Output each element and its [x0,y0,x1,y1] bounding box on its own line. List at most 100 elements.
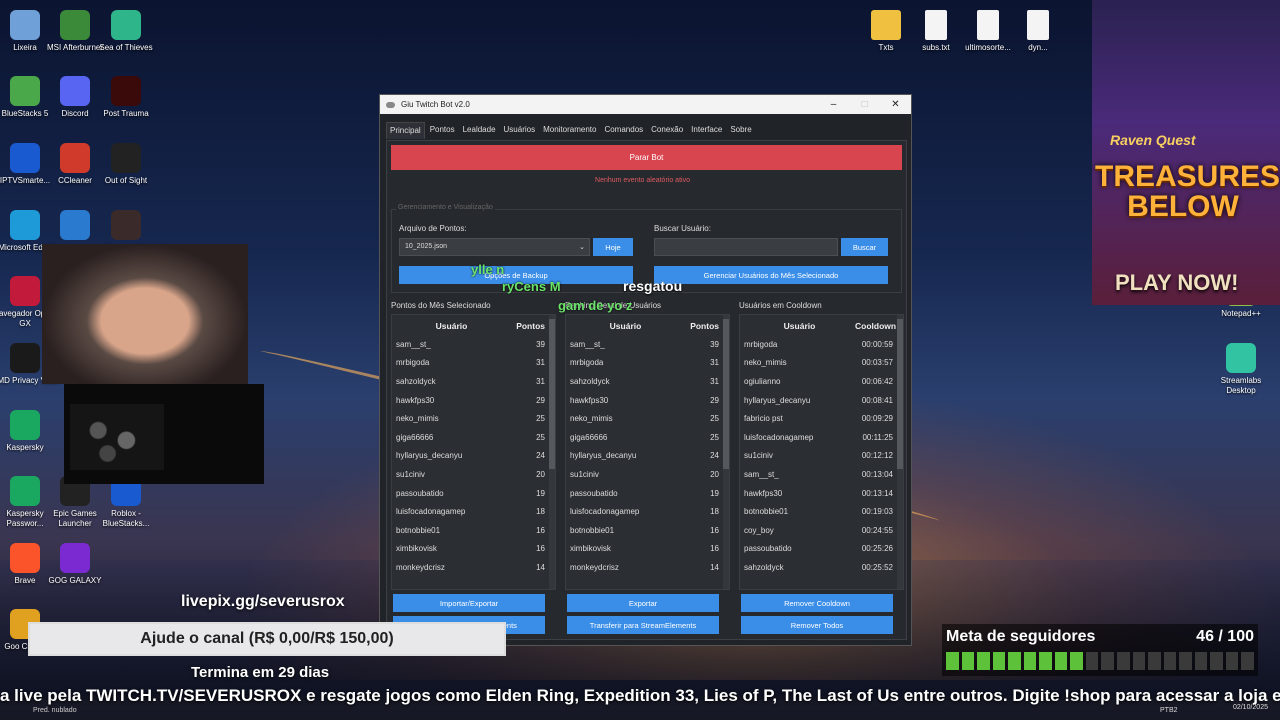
today-button[interactable]: Hoje [593,238,633,256]
table-row[interactable]: luisfocadonagamep 00:11:25 [740,428,903,447]
tab-pontos[interactable]: Pontos [427,122,458,139]
column-header[interactable]: Pontos [681,321,729,331]
col3-button1[interactable]: Remover Cooldown [741,594,893,612]
desktop-icon[interactable]: Sea of Thieves [93,6,159,53]
username-cell: giga66666 [570,432,608,442]
table-row[interactable]: monkeydcrisz 14 [392,558,555,577]
bluestacks-icon [10,76,40,106]
table-row[interactable]: giga66666 25 [392,428,555,447]
close-icon[interactable]: ✕ [880,99,911,110]
table-row[interactable]: neko_mimis 25 [566,409,729,428]
scrollbar-thumb[interactable] [897,319,903,469]
table-row[interactable]: hawkfps30 29 [392,391,555,410]
col2-button2[interactable]: Transferir para StreamElements [567,616,719,634]
scrollbar-thumb[interactable] [549,319,555,469]
tab-monitoramento[interactable]: Monitoramento [540,122,599,139]
table-row[interactable]: ximbikovisk 16 [392,540,555,559]
data-table[interactable]: Usuário Pontos sam__st_ 39 mrbigoda 31 sahzold… [565,314,730,590]
manage-users-button[interactable]: Gerenciar Usuários do Mês Selecionado [654,266,888,284]
scrollbar[interactable] [723,315,729,589]
desktop-icon[interactable]: Out of Sight [93,139,159,186]
scrollbar-thumb[interactable] [723,319,729,469]
desktop-icon[interactable]: Streamlabs Desktop [1208,339,1274,396]
game-ad-banner[interactable] [1092,0,1280,305]
table-row[interactable]: mrbigoda 31 [392,354,555,373]
table-row[interactable]: sahzoldyck 00:25:52 [740,558,903,577]
table-row[interactable]: giga66666 25 [566,428,729,447]
value-cell: 25 [710,414,719,424]
column-header[interactable]: Pontos [507,321,555,331]
keyboard-language[interactable]: PTB2 [1160,707,1178,714]
search-input[interactable] [654,238,838,256]
table-row[interactable]: neko_mimis 00:03:57 [740,354,903,373]
iptv-icon [10,143,40,173]
col3-button2[interactable]: Remover Todos [741,616,893,634]
col1-button1[interactable]: Importar/Exportar [393,594,545,612]
maximize-icon[interactable]: □ [849,99,880,110]
desktop-icon[interactable]: GOG GALAXY [42,539,108,586]
username-cell: hyllaryus_decanyu [744,395,811,405]
value-cell: 00:25:52 [861,562,893,572]
column-header[interactable]: Usuário [566,321,681,331]
table-row[interactable]: fabricio pst 00:09:29 [740,409,903,428]
data-table[interactable]: Usuário Cooldown mrbigoda 00:00:59 neko_mimi… [739,314,904,590]
taskbar-date[interactable]: 02/10/2025 [1233,704,1268,711]
desktop-icon[interactable]: dyn... [1005,6,1071,53]
table-row[interactable]: botnobbie01 00:19:03 [740,502,903,521]
data-table[interactable]: Usuário Pontos sam__st_ 39 mrbigoda 31 sahzold… [391,314,556,590]
username-cell: fabricio pst [744,414,783,424]
tab-usuarios[interactable]: Usuários [501,122,539,139]
tab-conexao[interactable]: Conexão [648,122,686,139]
col2-button1[interactable]: Exportar [567,594,719,612]
desktop-icon[interactable]: Post Trauma [93,72,159,119]
ad-cta[interactable]: PLAY NOW! [1115,270,1238,296]
table-row[interactable]: luisfocadonagamep 18 [392,502,555,521]
tab-comandos[interactable]: Comandos [601,122,646,139]
cooldown-column: Usuários em Cooldown Usuário Cooldown mrbig… [739,301,904,637]
search-button[interactable]: Buscar [841,238,888,256]
column-header[interactable]: Usuário [740,321,855,331]
table-row[interactable]: sahzoldyck 31 [392,372,555,391]
table-row[interactable]: passoubatido 19 [392,484,555,503]
table-row[interactable]: sam__st_ 00:13:04 [740,465,903,484]
scrollbar[interactable] [897,315,903,589]
desktop-icon[interactable]: Kaspersky [0,406,58,453]
minimize-icon[interactable]: – [818,99,849,110]
news-ticker: a live pela TWITCH.TV/SEVERUSROX e resga… [0,686,1280,705]
table-row[interactable]: mrbigoda 00:00:59 [740,335,903,354]
tab-interface[interactable]: Interface [688,122,725,139]
tab-sobre[interactable]: Sobre [727,122,754,139]
table-row[interactable]: neko_mimis 25 [392,409,555,428]
table-row[interactable]: passoubatido 00:25:26 [740,540,903,559]
value-cell: 39 [536,339,545,349]
column-header[interactable]: Usuário [392,321,507,331]
table-row[interactable]: hyllaryus_decanyu 00:08:41 [740,391,903,410]
table-row[interactable]: botnobbie01 16 [566,521,729,540]
tab-principal[interactable]: Principal [386,122,425,139]
table-row[interactable]: luisfocadonagamep 18 [566,502,729,521]
file-select[interactable]: 10_2025.json ⌄ [399,238,590,256]
table-row[interactable]: ogiulianno 00:06:42 [740,372,903,391]
table-row[interactable]: hyllaryus_decanyu 24 [392,447,555,466]
table-row[interactable]: mrbigoda 31 [566,354,729,373]
table-row[interactable]: botnobbie01 16 [392,521,555,540]
table-row[interactable]: ximbikovisk 16 [566,540,729,559]
table-row[interactable]: monkeydcrisz 14 [566,558,729,577]
table-row[interactable]: hyllaryus_decanyu 24 [566,447,729,466]
table-row[interactable]: su1ciniv 00:12:12 [740,447,903,466]
table-row[interactable]: sam__st_ 39 [566,335,729,354]
stop-bot-button[interactable]: Parar Bot [391,145,902,170]
table-row[interactable]: sahzoldyck 31 [566,372,729,391]
table-row[interactable]: hawkfps30 00:13:14 [740,484,903,503]
column-header[interactable]: Cooldown [855,321,903,331]
tab-lealdade[interactable]: Lealdade [460,122,499,139]
scrollbar[interactable] [549,315,555,589]
table-row[interactable]: sam__st_ 39 [392,335,555,354]
table-row[interactable]: passoubatido 19 [566,484,729,503]
out-of-sight-icon [111,143,141,173]
table-row[interactable]: su1ciniv 20 [566,465,729,484]
table-row[interactable]: hawkfps30 29 [566,391,729,410]
table-row[interactable]: su1ciniv 20 [392,465,555,484]
weather-status[interactable]: Pred. nublado [33,707,77,714]
table-row[interactable]: coy_boy 00:24:55 [740,521,903,540]
